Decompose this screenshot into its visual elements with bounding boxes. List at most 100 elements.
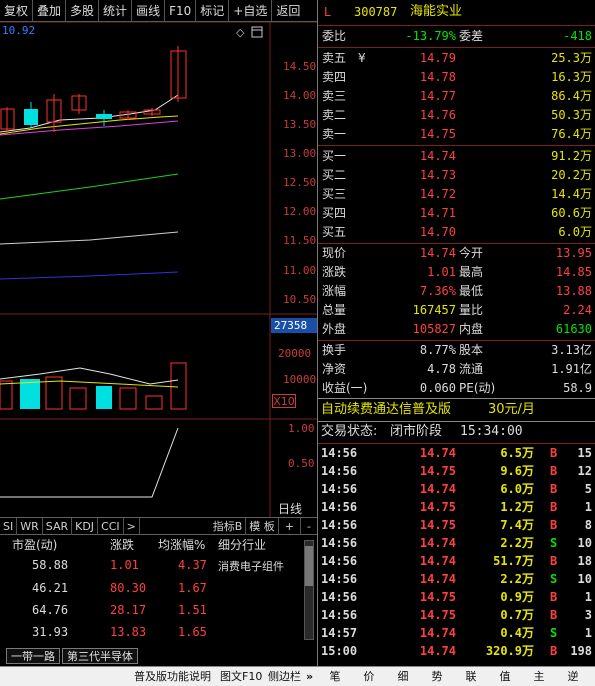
indicator-tab-si[interactable]: SI <box>0 518 18 535</box>
tick-time: 14:56 <box>321 590 358 604</box>
right-tab-main[interactable]: 主 <box>522 667 556 686</box>
bid-row-2[interactable]: 买二 14.73 20.2万 <box>318 166 595 185</box>
ask-price: 14.77 <box>419 89 456 103</box>
bid-row-3[interactable]: 买三 14.72 14.4万 <box>318 185 595 204</box>
tick-price: 14.75 <box>419 464 456 478</box>
tick-side: S <box>550 572 558 586</box>
indicator-tab-sar[interactable]: SAR <box>43 518 73 535</box>
indicator-line <box>0 427 179 498</box>
table-row[interactable]: 46.21 80.30 1.67 <box>0 581 300 601</box>
ask-label: 卖一 <box>322 127 347 141</box>
toolbar-f10-button[interactable]: F10 <box>165 0 197 22</box>
tick-count: 198 <box>570 644 592 658</box>
price-tick: 12.00 <box>283 205 317 218</box>
column-header-avg-change: 均涨幅% <box>158 538 206 552</box>
bid-row-5[interactable]: 买五 14.70 6.0万 <box>318 223 595 242</box>
candle-1 <box>0 107 15 132</box>
table-row[interactable]: 58.88 1.01 4.37 消费电子组件 <box>0 558 300 578</box>
ask-row-2[interactable]: 卖二 14.76 50.3万 <box>318 106 595 125</box>
ask-row-4[interactable]: 卖四 14.78 16.3万 <box>318 68 595 87</box>
sidebar-toggle-link[interactable]: 侧边栏 <box>268 667 301 686</box>
fin-value: 1.91亿 <box>551 362 592 376</box>
tick-volume: 0.7万 <box>500 608 534 622</box>
quote-row-price: 现价 14.74 今开 13.95 <box>318 244 595 263</box>
weibi-row: 委比 -13.79% 委差 -418 <box>318 27 595 46</box>
promo-banner[interactable]: 自动续费通达信普及版 30元/月 <box>318 400 595 420</box>
right-tab-price[interactable]: 价 <box>352 667 386 686</box>
bid-price: 14.70 <box>419 225 456 239</box>
toolbar-multi-stock-button[interactable]: 多股 <box>66 0 100 22</box>
table-scrollbar-thumb[interactable] <box>305 546 313 586</box>
indicator-tab-cci[interactable]: CCI <box>98 518 124 535</box>
toolbar-add-watchlist-button[interactable]: +自选 <box>229 0 273 22</box>
add-indicator-button[interactable]: + <box>279 518 302 535</box>
ask-label: 卖三 <box>322 89 347 103</box>
bid-price: 14.74 <box>419 149 456 163</box>
ask-price: 14.78 <box>419 70 456 84</box>
right-tab-trend[interactable]: 势 <box>420 667 454 686</box>
kline-chart-area[interactable]: ◇ 10.92 14.50 14.00 13.50 13.00 12.50 12… <box>0 22 317 517</box>
candle-8 <box>170 46 187 102</box>
toolbar-rights-adjust-button[interactable]: 复权 <box>0 0 34 22</box>
indicator-b-button[interactable]: 指标B <box>210 518 247 535</box>
tick-price: 14.74 <box>419 446 456 460</box>
quote-value: 105827 <box>412 322 456 336</box>
tick-side: B <box>550 554 558 568</box>
pe-value: 58.88 <box>32 558 69 572</box>
promo-price[interactable]: 30元/月 <box>488 400 535 420</box>
bid-label: 买三 <box>322 187 347 201</box>
tick-volume: 6.5万 <box>500 446 534 460</box>
remove-indicator-button[interactable]: - <box>301 518 317 535</box>
weibi-value: -13.79% <box>405 29 456 43</box>
kline-chart-svg[interactable]: ◇ <box>0 22 317 517</box>
right-tab-tick[interactable]: 笔 <box>318 667 352 686</box>
quote-value: 61630 <box>555 322 592 336</box>
chart-toolbar: 复权 叠加 多股 统计 画线 F10 标记 +自选 返回 <box>0 0 317 22</box>
tick-count: 3 <box>584 608 592 622</box>
tick-volume: 2.2万 <box>500 572 534 586</box>
table-row[interactable]: 31.93 13.83 1.65 <box>0 625 300 645</box>
right-tab-value[interactable]: 值 <box>488 667 522 686</box>
ask-label: 卖二 <box>322 108 347 122</box>
ask-row-1[interactable]: 卖一 14.75 76.4万 <box>318 125 595 144</box>
tick-side: B <box>550 446 558 460</box>
indicator-tab-wr[interactable]: WR <box>17 518 43 535</box>
toolbar-overlay-button[interactable]: 叠加 <box>33 0 67 22</box>
ask-row-3[interactable]: 卖三 14.77 86.4万 <box>318 87 595 106</box>
bid-row-4[interactable]: 买四 14.71 60.6万 <box>318 204 595 223</box>
template-button[interactable]: 模 板 <box>246 518 279 535</box>
double-chevron-icon[interactable]: » <box>306 667 313 686</box>
f10-graphic-link[interactable]: 图文F10 <box>220 667 262 686</box>
indicator-tabs: SI WR SAR KDJ CCI > 指标B 模 板 + - <box>0 517 317 535</box>
indicator-tabs-next-button[interactable]: > <box>124 518 140 535</box>
ask-row-5[interactable]: 卖五 ¥ 14.79 25.3万 <box>318 49 595 68</box>
basic-edition-help-link[interactable]: 普及版功能说明 <box>134 667 211 686</box>
tick-list[interactable]: 14:56 14.74 6.5万 B 15 14:56 14.75 9.6万 B 12 14:56 1… <box>318 444 595 660</box>
concept-tab-belt-road[interactable]: 一带一路 <box>6 648 60 664</box>
toolbar-draw-line-button[interactable]: 画线 <box>132 0 166 22</box>
quote-label: 涨幅 <box>322 284 347 298</box>
bid-row-1[interactable]: 买一 14.74 91.2万 <box>318 147 595 166</box>
pe-value: 31.93 <box>32 625 69 639</box>
concept-tab-third-gen-semiconductor[interactable]: 第三代半导体 <box>62 648 138 664</box>
tick-side: B <box>550 590 558 604</box>
right-tab-reverse[interactable]: 逆 <box>556 667 590 686</box>
tick-count: 10 <box>577 572 592 586</box>
price-tick: 13.00 <box>283 147 317 160</box>
period-label-daily[interactable]: 日线 <box>278 500 302 517</box>
stock-code: 300787 <box>354 5 398 19</box>
toolbar-statistics-button[interactable]: 统计 <box>99 0 133 22</box>
right-tab-link[interactable]: 联 <box>454 667 488 686</box>
price-tick: 14.00 <box>283 89 317 102</box>
toolbar-mark-button[interactable]: 标记 <box>196 0 230 22</box>
tick-side: B <box>550 644 558 658</box>
right-tab-detail[interactable]: 细 <box>386 667 420 686</box>
quote-label: 最高 <box>459 265 484 279</box>
table-row[interactable]: 64.76 28.17 1.51 <box>0 603 300 623</box>
indicator-tab-kdj[interactable]: KDJ <box>72 518 99 535</box>
volume-tick: 20000 <box>278 347 312 360</box>
toolbar-back-button[interactable]: 返回 <box>272 0 304 22</box>
promo-text[interactable]: 自动续费通达信普及版 <box>321 400 451 420</box>
quote-label: 外盘 <box>322 322 347 336</box>
stock-name: 海能实业 <box>410 4 463 19</box>
